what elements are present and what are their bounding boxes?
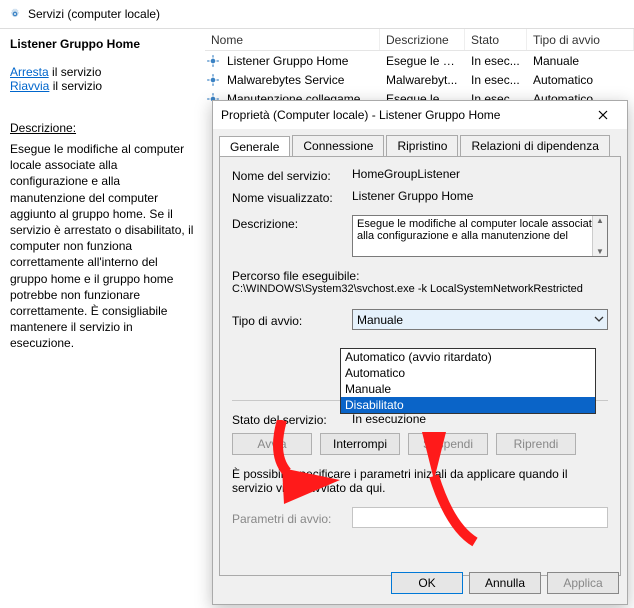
scroll-up-icon[interactable]: ▲ (596, 216, 604, 225)
startup-option[interactable]: Automatico (avvio ritardato) (341, 349, 595, 365)
scroll-down-icon[interactable]: ▼ (596, 247, 604, 256)
tabstrip: Generale Connessione Ripristino Relazion… (213, 129, 627, 156)
dialog-titlebar[interactable]: Proprietà (Computer locale) - Listener G… (213, 101, 627, 129)
tab-dipendenza[interactable]: Relazioni di dipendenza (460, 135, 609, 156)
restart-service-link[interactable]: Riavvia (10, 79, 49, 93)
description-label: Descrizione: (10, 121, 195, 135)
table-row[interactable]: Malwarebytes ServiceMalwarebyt...In esec… (205, 70, 634, 89)
avvia-button: Avvia (232, 433, 312, 455)
service-control-buttons: Avvia Interrompi Sospendi Riprendi (232, 433, 608, 455)
cell-stato: In esec... (465, 54, 527, 68)
startup-type-dropdown[interactable]: Automatico (avvio ritardato)AutomaticoMa… (340, 348, 596, 414)
tab-generale[interactable]: Generale (219, 136, 290, 157)
annulla-button[interactable]: Annulla (469, 572, 541, 594)
label-descrizione: Descrizione: (232, 215, 352, 231)
tab-ripristino[interactable]: Ripristino (386, 135, 458, 156)
description-text: Esegue le modifiche al computer locale a… (10, 141, 195, 351)
tab-connessione[interactable]: Connessione (292, 135, 384, 156)
label-parametri: Parametri di avvio: (232, 510, 352, 526)
gear-icon (8, 7, 22, 21)
tab-body: Nome del servizio: HomeGroupListener Nom… (219, 156, 621, 576)
startup-type-value: Manuale (357, 313, 403, 327)
ok-button[interactable]: OK (391, 572, 463, 594)
stop-service-link[interactable]: Arresta (10, 65, 49, 79)
col-desc[interactable]: Descrizione (380, 29, 465, 50)
label-percorso: Percorso file eseguibile: (232, 269, 608, 283)
cell-desc: Esegue le m... (380, 54, 465, 68)
cell-tipo: Manuale (527, 54, 634, 68)
label-stato-servizio: Stato del servizio: (232, 411, 352, 427)
col-stato[interactable]: Stato (465, 29, 527, 50)
dialog-title: Proprietà (Computer locale) - Listener G… (221, 108, 500, 122)
desc-scrollbar[interactable]: ▲ ▼ (592, 216, 607, 256)
dialog-buttons: OK Annulla Applica (391, 572, 619, 594)
parametri-input[interactable] (352, 507, 608, 528)
label-tipo-avvio: Tipo di avvio: (232, 312, 352, 328)
note-text: È possibile specificare i parametri iniz… (232, 467, 608, 495)
value-nome-visualizzato: Listener Gruppo Home (352, 189, 608, 203)
value-nome-servizio: HomeGroupListener (352, 167, 608, 181)
chevron-down-icon (594, 313, 604, 327)
stop-service-line: Arresta il servizio (10, 65, 195, 79)
cell-nome: Listener Gruppo Home (221, 54, 380, 68)
sospendi-button: Sospendi (408, 433, 488, 455)
cell-nome: Malwarebytes Service (221, 73, 380, 87)
col-nome[interactable]: Nome (205, 29, 380, 50)
applica-button: Applica (547, 572, 619, 594)
value-stato-servizio: In esecuzione (352, 412, 608, 426)
startup-option[interactable]: Manuale (341, 381, 595, 397)
startup-type-combobox[interactable]: Manuale (352, 309, 608, 330)
interrompi-button[interactable]: Interrompi (320, 433, 400, 455)
riprendi-button: Riprendi (496, 433, 576, 455)
close-button[interactable] (587, 105, 619, 125)
services-window-titlebar: Servizi (computer locale) (0, 0, 634, 28)
col-tipo[interactable]: Tipo di avvio (527, 29, 634, 50)
properties-dialog: Proprietà (Computer locale) - Listener G… (212, 100, 628, 605)
description-readonly-box: Esegue le modifiche al computer locale a… (352, 215, 608, 257)
label-nome-servizio: Nome del servizio: (232, 167, 352, 183)
list-header: Nome Descrizione Stato Tipo di avvio (205, 29, 634, 51)
details-panel: Listener Gruppo Home Arresta il servizio… (0, 28, 205, 608)
cell-desc: Malwarebyt... (380, 73, 465, 87)
label-nome-visualizzato: Nome visualizzato: (232, 189, 352, 205)
gear-icon (205, 73, 221, 87)
gear-icon (205, 54, 221, 68)
cell-stato: In esec... (465, 73, 527, 87)
table-row[interactable]: Listener Gruppo HomeEsegue le m...In ese… (205, 51, 634, 70)
restart-service-line: Riavvia il servizio (10, 79, 195, 93)
startup-option[interactable]: Automatico (341, 365, 595, 381)
value-percorso: C:\WINDOWS\System32\svchost.exe -k Local… (232, 283, 608, 295)
window-title: Servizi (computer locale) (28, 7, 160, 21)
startup-option[interactable]: Disabilitato (341, 397, 595, 413)
cell-tipo: Automatico (527, 73, 634, 87)
selected-service-title: Listener Gruppo Home (10, 37, 195, 51)
